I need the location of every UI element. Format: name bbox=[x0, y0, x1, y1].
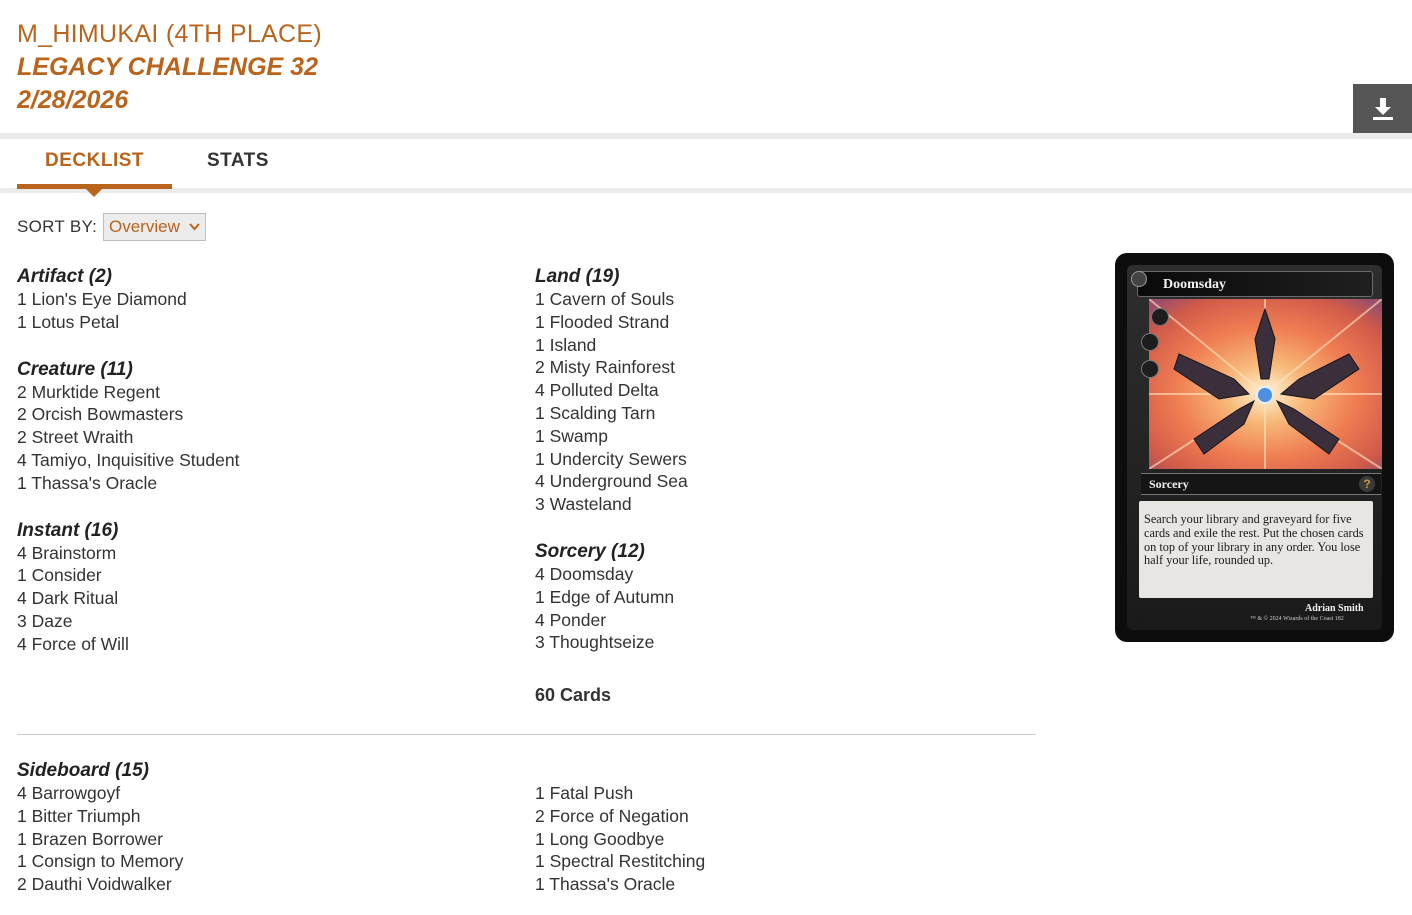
mana-pip-black-icon bbox=[1151, 308, 1169, 326]
card-entry[interactable]: 1 Scalding Tarn bbox=[535, 402, 1015, 425]
tab-bar-top-border bbox=[0, 133, 1412, 139]
section-creature: Creature (11) 2 Murktide Regent 2 Orcish… bbox=[17, 358, 497, 495]
card-entry[interactable]: 2 Street Wraith bbox=[17, 426, 497, 449]
section-artifact: Artifact (2) 1 Lion's Eye Diamond 1 Lotu… bbox=[17, 265, 497, 334]
card-entry[interactable]: 1 Swamp bbox=[535, 425, 1015, 448]
maindeck-left-column: Artifact (2) 1 Lion's Eye Diamond 1 Lotu… bbox=[17, 265, 497, 656]
maindeck-right-column: Land (19) 1 Cavern of Souls 1 Flooded St… bbox=[535, 265, 1015, 654]
card-entry[interactable]: 4 Tamiyo, Inquisitive Student bbox=[17, 449, 497, 472]
card-copyright: ™ & © 2024 Wizards of the Coast 182 bbox=[1250, 616, 1344, 622]
sideboard-divider bbox=[17, 734, 1036, 735]
card-entry[interactable]: 4 Force of Will bbox=[17, 633, 497, 656]
sideboard-title: Sideboard (15) bbox=[17, 760, 149, 781]
card-entry[interactable]: 2 Force of Negation bbox=[535, 805, 1015, 828]
download-button[interactable] bbox=[1353, 84, 1412, 134]
download-icon bbox=[1372, 98, 1393, 120]
sort-select[interactable]: Overview bbox=[103, 213, 206, 241]
card-entry[interactable]: 1 Edge of Autumn bbox=[535, 586, 1015, 609]
card-entry[interactable]: 1 Island bbox=[535, 334, 1015, 357]
card-entry[interactable]: 1 Spectral Restitching bbox=[535, 850, 1015, 873]
card-entry[interactable]: 4 Barrowgoyf bbox=[17, 782, 497, 805]
card-entry[interactable]: 3 Daze bbox=[17, 610, 497, 633]
sideboard-right-column: 1 Fatal Push 2 Force of Negation 1 Long … bbox=[535, 782, 1015, 896]
card-entry[interactable]: 2 Misty Rainforest bbox=[535, 356, 1015, 379]
card-entry[interactable]: 1 Lion's Eye Diamond bbox=[17, 288, 497, 311]
tab-bar-bottom-border bbox=[0, 188, 1412, 193]
card-entry[interactable]: 1 Consider bbox=[17, 564, 497, 587]
card-entry[interactable]: 1 Fatal Push bbox=[535, 782, 1015, 805]
card-art-illustration bbox=[1149, 299, 1382, 469]
card-entry[interactable]: 1 Bitter Triumph bbox=[17, 805, 497, 828]
mana-pip-black-icon bbox=[1141, 333, 1159, 351]
card-entry[interactable]: 2 Dauthi Voidwalker bbox=[17, 873, 497, 896]
deck-event: LEGACY CHALLENGE 32 bbox=[17, 53, 318, 81]
card-preview-image[interactable]: Doomsday Sorcery ? Search your library a… bbox=[1115, 253, 1394, 642]
card-entry[interactable]: 2 Orcish Bowmasters bbox=[17, 403, 497, 426]
card-rules-text: Search your library and graveyard for fi… bbox=[1144, 512, 1364, 568]
card-entry[interactable]: 4 Polluted Delta bbox=[535, 379, 1015, 402]
deck-date: 2/28/2026 bbox=[17, 86, 129, 114]
section-instant: Instant (16) 4 Brainstorm 1 Consider 4 D… bbox=[17, 519, 497, 656]
sideboard-left-column: Sideboard (15) 4 Barrowgoyf 1 Bitter Tri… bbox=[17, 759, 497, 896]
set-symbol-icon: ? bbox=[1359, 476, 1375, 492]
card-entry[interactable]: 4 Brainstorm bbox=[17, 542, 497, 565]
section-title: Artifact (2) bbox=[17, 266, 113, 287]
mana-pip-black-icon bbox=[1141, 360, 1159, 378]
card-entry[interactable]: 1 Undercity Sewers bbox=[535, 448, 1015, 471]
card-entry[interactable]: 4 Ponder bbox=[535, 609, 1015, 632]
card-entry[interactable]: 4 Underground Sea bbox=[535, 470, 1015, 493]
sort-label: SORT BY: bbox=[17, 217, 98, 236]
card-entry[interactable]: 1 Thassa's Oracle bbox=[17, 472, 497, 495]
active-tab-caret-icon bbox=[85, 188, 103, 197]
deck-total-count: 60 Cards bbox=[535, 685, 612, 705]
flashback-icon bbox=[1131, 271, 1147, 287]
card-entry[interactable]: 4 Doomsday bbox=[535, 563, 1015, 586]
card-entry[interactable]: 3 Wasteland bbox=[535, 493, 1015, 516]
sort-selected-value: Overview bbox=[109, 217, 180, 236]
card-entry[interactable]: 1 Consign to Memory bbox=[17, 850, 497, 873]
card-entry[interactable]: 1 Cavern of Souls bbox=[535, 288, 1015, 311]
deck-owner: M_HIMUKAI (4TH PLACE) bbox=[17, 20, 322, 48]
card-artist: Adrian Smith bbox=[1305, 603, 1364, 614]
card-type: Sorcery bbox=[1149, 477, 1189, 491]
card-entry[interactable]: 1 Long Goodbye bbox=[535, 828, 1015, 851]
section-title: Creature (11) bbox=[17, 358, 133, 380]
section-title: Land (19) bbox=[535, 266, 620, 287]
deck-header: M_HIMUKAI (4TH PLACE) LEGACY CHALLENGE 3… bbox=[17, 18, 322, 117]
card-entry[interactable]: 1 Brazen Borrower bbox=[17, 828, 497, 851]
chevron-down-icon bbox=[189, 214, 200, 250]
tab-decklist[interactable]: DECKLIST bbox=[17, 150, 172, 172]
tab-stats[interactable]: STATS bbox=[207, 150, 269, 172]
card-entry[interactable]: 2 Murktide Regent bbox=[17, 381, 497, 404]
card-entry[interactable]: 1 Flooded Strand bbox=[535, 311, 1015, 334]
section-land: Land (19) 1 Cavern of Souls 1 Flooded St… bbox=[535, 265, 1015, 516]
card-entry[interactable]: 3 Thoughtseize bbox=[535, 631, 1015, 654]
card-name: Doomsday bbox=[1163, 277, 1227, 292]
card-entry[interactable]: 4 Dark Ritual bbox=[17, 587, 497, 610]
card-entry[interactable]: 1 Lotus Petal bbox=[17, 311, 497, 334]
section-title: Instant (16) bbox=[17, 519, 119, 541]
card-entry[interactable]: 1 Thassa's Oracle bbox=[535, 873, 1015, 896]
section-title: Sorcery (12) bbox=[535, 540, 645, 562]
section-sorcery: Sorcery (12) 4 Doomsday 1 Edge of Autumn… bbox=[535, 540, 1015, 654]
